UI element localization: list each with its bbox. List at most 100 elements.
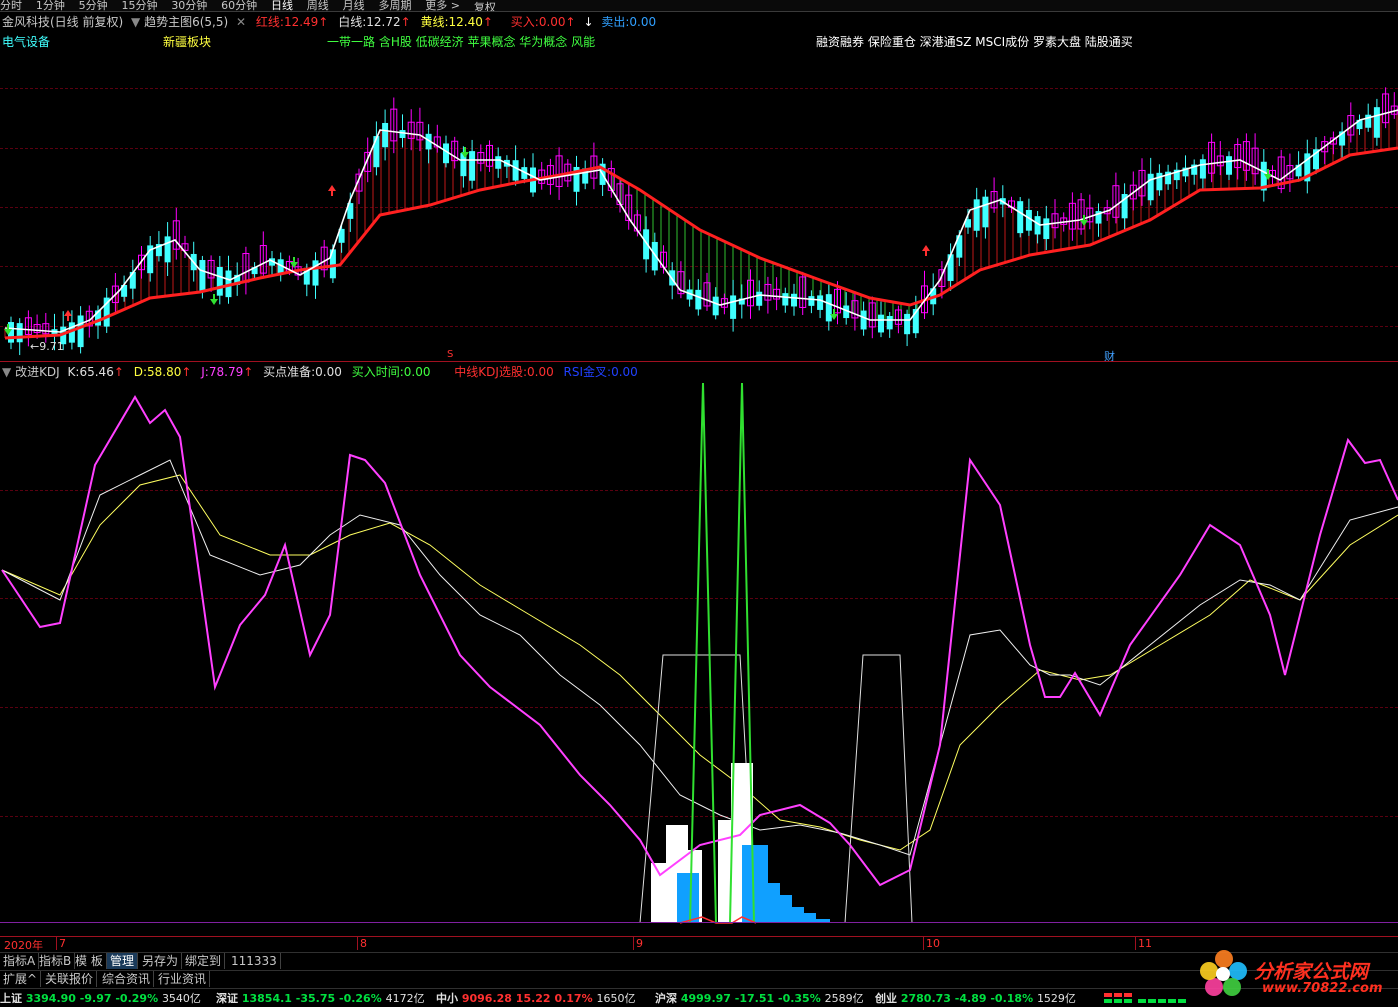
candle-body	[904, 313, 911, 335]
up-arrow-icon: ↑	[565, 15, 576, 29]
bind-to-button[interactable]: 绑定到	[182, 953, 226, 969]
period-menu-bar: 分时 1分钟 5分钟 15分钟 30分钟 60分钟 日线 周线 月线 多周期 更…	[0, 0, 1398, 12]
signal-bar	[768, 883, 780, 923]
signal-bar	[677, 873, 699, 923]
white-line-value: 12.72	[366, 15, 401, 29]
candle-body	[973, 199, 980, 231]
month-label: 10	[923, 937, 940, 950]
buy-value: 0.00	[538, 15, 566, 29]
red-line-value: 12.49	[283, 15, 319, 29]
candle-body	[1147, 173, 1154, 201]
indicator-b-button[interactable]: 指标B	[36, 953, 76, 969]
manage-button[interactable]: 管理	[107, 953, 139, 969]
market-breadth-icon	[1104, 993, 1186, 1003]
down-arrow-icon: ↓	[583, 15, 594, 29]
watermark-site-name: 分析家公式网	[1254, 961, 1369, 983]
month-label: 9	[633, 937, 643, 950]
candle-body	[199, 260, 206, 291]
candle-body	[373, 136, 380, 168]
white-line-label: 白线:	[338, 15, 367, 29]
candle-body	[469, 151, 476, 181]
candle-body	[817, 295, 824, 310]
tab-monthly[interactable]: 月线	[343, 0, 365, 11]
candle-body	[825, 294, 832, 322]
candle-body	[216, 266, 223, 296]
tab-weekly[interactable]: 周线	[307, 0, 329, 11]
main-chart-info: 金风科技(日线 前复权) ▼ 趋势主图6(5,5) ✕ 红线:12.49 ↑ 白线…	[2, 15, 656, 29]
adjust-button[interactable]: 复权	[474, 1, 496, 11]
month-label: 7	[56, 937, 66, 950]
candle-body	[808, 296, 815, 306]
flower-logo-icon	[1200, 950, 1247, 996]
ticker-hs300[interactable]: 沪深 4999.97 -17.51 -0.35% 2589亿	[655, 992, 864, 1006]
up-arrow-icon: ↑	[482, 15, 493, 29]
indicator-name[interactable]: 趋势主图6(5,5)	[144, 15, 228, 29]
index-ticker-bar: 上证 3394.90 -9.97 -0.29% 3540亿 深证 13854.1…	[0, 988, 1398, 1007]
watermark-url: www.70822.com	[1262, 981, 1383, 996]
candle-body	[382, 122, 389, 148]
site-watermark: 分析家公式网 www.70822.com	[1196, 945, 1396, 1005]
kdj-baseline	[0, 922, 1398, 923]
tab-fenshi[interactable]: 分时	[0, 0, 22, 11]
sell-value: 0.00	[629, 15, 657, 29]
close-icon[interactable]: ✕	[236, 15, 246, 29]
red-line-label: 红线:	[255, 15, 284, 29]
ticker-smb[interactable]: 中小 9096.28 15.22 0.17% 1650亿	[436, 992, 635, 1006]
ticker-chinext[interactable]: 创业 2780.73 -4.89 -0.18% 1529亿	[875, 992, 1076, 1006]
save-as-button[interactable]: 另存为	[139, 953, 183, 969]
candle-body	[399, 130, 406, 139]
candlestick-chart[interactable]	[0, 30, 1398, 360]
candle-body	[878, 314, 884, 333]
indicator-toolbar: 指标A 指标B 模 板 管理 另存为 绑定到 111333	[0, 952, 1398, 969]
tab-30min[interactable]: 30分钟	[171, 0, 207, 11]
month-label: 8	[357, 937, 367, 950]
indicator-a-button[interactable]: 指标A	[0, 953, 40, 969]
candle-body	[77, 315, 84, 348]
candle-body	[1043, 218, 1050, 240]
collapse-icon[interactable]: ▼	[131, 15, 140, 29]
stock-title: 金风科技(日线 前复权)	[2, 15, 124, 29]
tab-related-quotes[interactable]: 关联报价	[42, 971, 98, 987]
panel-separator	[0, 361, 1398, 362]
candle-body	[495, 156, 502, 169]
month-label: 11	[1135, 937, 1152, 950]
bind-code-field[interactable]: 111333	[228, 953, 281, 969]
ticker-shanghai[interactable]: 上证 3394.90 -9.97 -0.29% 3540亿	[0, 992, 201, 1006]
tab-5min[interactable]: 5分钟	[79, 0, 108, 11]
buy-arrow-icon	[922, 245, 930, 256]
tab-news[interactable]: 综合资讯	[99, 971, 155, 987]
event-marker-s[interactable]: S	[447, 349, 453, 360]
candle-body	[1199, 159, 1206, 179]
ticker-shenzhen[interactable]: 深证 13854.1 -35.75 -0.26% 4172亿	[216, 992, 425, 1006]
tab-60min[interactable]: 60分钟	[221, 0, 257, 11]
candle-body	[1017, 201, 1024, 234]
candle-body	[982, 196, 989, 228]
bottom-tabs: 扩展^ 关联报价 综合资讯 行业资讯	[0, 970, 1398, 987]
kdj-chart[interactable]	[0, 375, 1398, 935]
yellow-line-value: 12.40	[448, 15, 483, 29]
tab-1min[interactable]: 1分钟	[36, 0, 65, 11]
tab-daily[interactable]: 日线	[271, 0, 293, 11]
sell-label: 卖出:	[601, 15, 630, 29]
signal-bar	[780, 895, 792, 923]
tab-industry-news[interactable]: 行业资讯	[155, 971, 211, 987]
candle-body	[1156, 172, 1163, 191]
candle-body	[512, 160, 519, 181]
signal-bar	[792, 907, 804, 923]
candle-body	[730, 295, 737, 319]
low-price-label: ←9.71	[30, 340, 64, 353]
template-button[interactable]: 模 板	[72, 953, 107, 969]
signal-bar	[742, 845, 768, 923]
candle-body	[1025, 209, 1032, 231]
candle-body	[1373, 107, 1380, 138]
tab-multi-period[interactable]: 多周期	[378, 0, 411, 11]
yellow-line-label: 黄线:	[420, 15, 449, 29]
tab-expand[interactable]: 扩展^	[0, 971, 42, 987]
candle-body	[712, 296, 719, 316]
tab-more[interactable]: 更多 >	[425, 0, 460, 11]
candle-body	[756, 291, 763, 306]
panel-separator	[0, 936, 1398, 937]
candle-body	[16, 323, 23, 343]
tab-15min[interactable]: 15分钟	[121, 0, 157, 11]
candle-body	[860, 310, 867, 330]
